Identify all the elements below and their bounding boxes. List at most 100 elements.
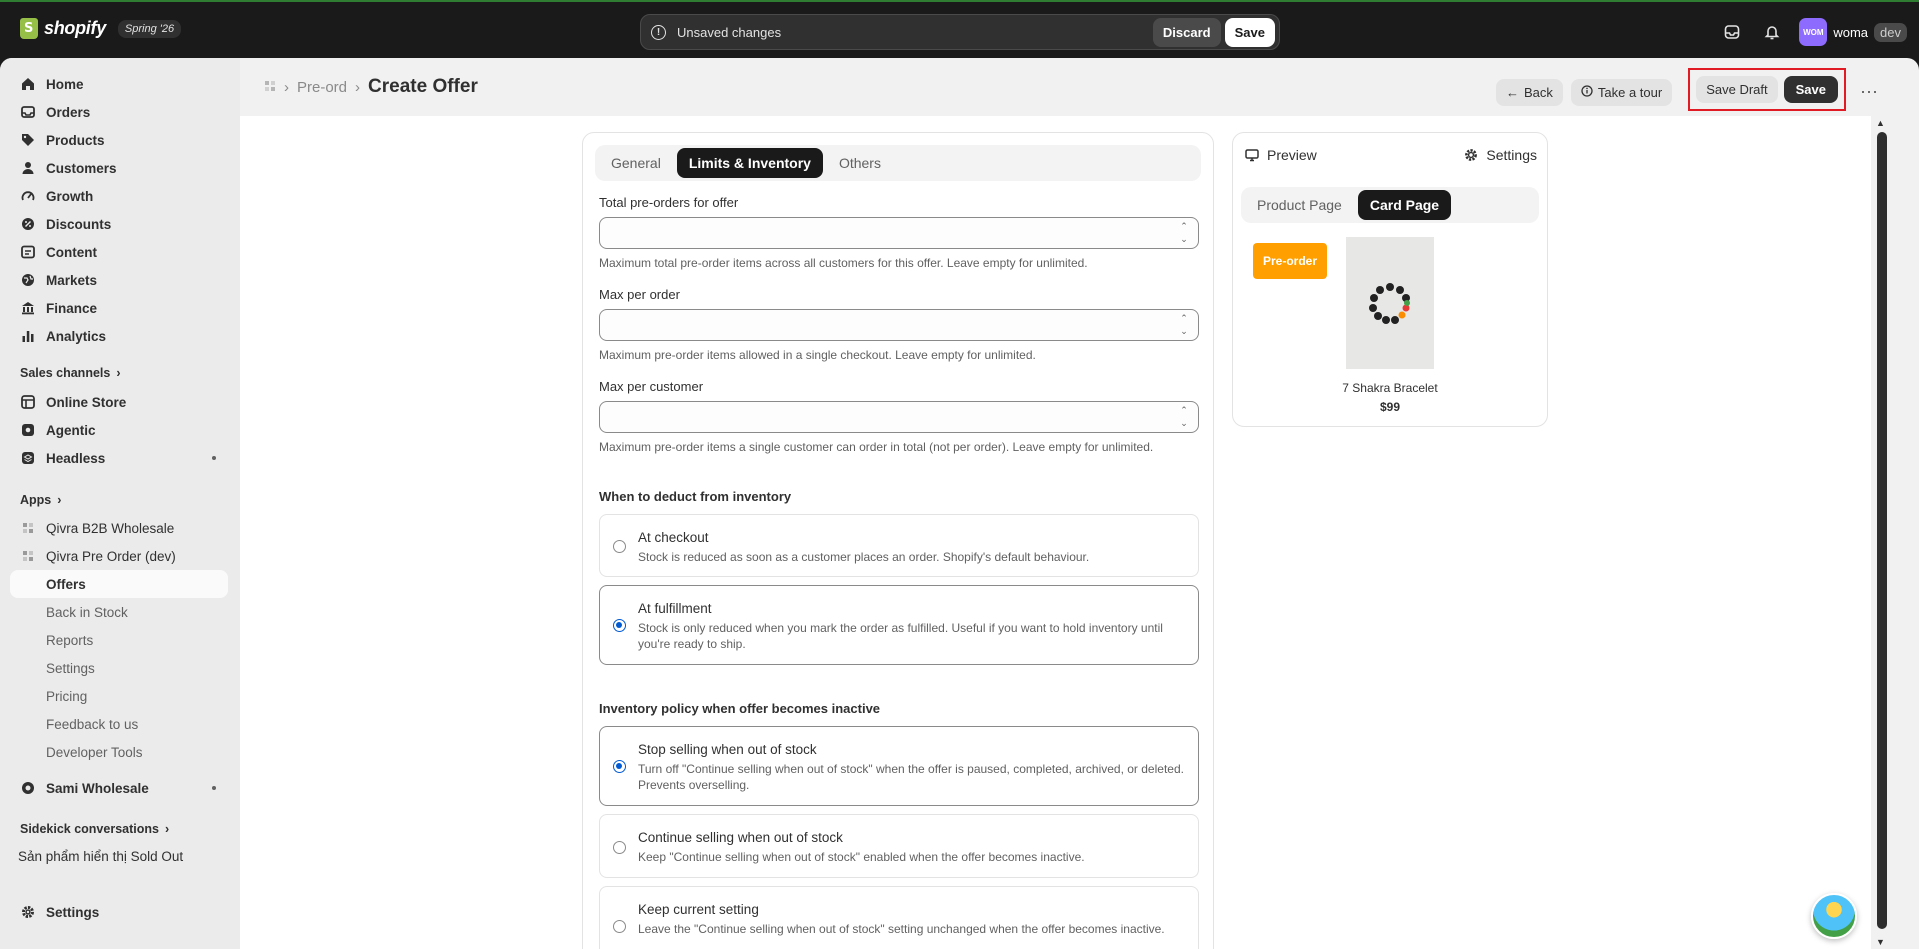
inbox-icon[interactable] (1719, 19, 1745, 45)
tag-icon (20, 132, 36, 148)
back-button[interactable]: ← Back (1495, 79, 1563, 106)
option-stop-selling[interactable]: Stop selling when out of stock Turn off … (599, 726, 1199, 806)
monitor-icon (1245, 149, 1259, 162)
chevron-down-icon[interactable]: ⌄ (1180, 326, 1188, 337)
option-keep-current[interactable]: Keep current setting Leave the "Continue… (599, 886, 1199, 949)
tab-general[interactable]: General (599, 148, 673, 178)
option-at-fulfillment[interactable]: At fulfillment Stock is only reduced whe… (599, 585, 1199, 665)
product-price: $99 (1379, 400, 1401, 414)
tab-limits-inventory[interactable]: Limits & Inventory (676, 148, 823, 178)
sidebar-item-sami-wholesale[interactable]: Sami Wholesale (10, 774, 228, 802)
sidebar-item-online-store[interactable]: Online Store (10, 388, 228, 416)
sidebar-subitem-developer-tools[interactable]: Developer Tools (10, 738, 228, 766)
sidebar-item-qivra-b2b[interactable]: Qivra B2B Wholesale (10, 514, 228, 542)
scrollbar[interactable]: ▲ ▼ (1871, 116, 1895, 949)
sidekick-header[interactable]: Sidekick conversations › (20, 822, 169, 836)
sidebar-subitem-settings[interactable]: Settings (10, 654, 228, 682)
take-tour-button[interactable]: Take a tour (1570, 79, 1673, 106)
scroll-down-arrow-icon[interactable]: ▼ (1876, 937, 1885, 947)
sidebar-item-label: Markets (46, 272, 98, 288)
chevron-down-icon[interactable]: ⌄ (1180, 418, 1188, 429)
chevron-up-icon[interactable]: ⌃ (1180, 313, 1188, 324)
sidebar-item-finance[interactable]: Finance (10, 294, 228, 322)
max-per-order-label: Max per order (599, 287, 680, 302)
assistant-launcher-icon[interactable] (1811, 893, 1857, 939)
breadcrumb-parent[interactable]: Pre-ord (297, 79, 347, 96)
option-desc: Keep "Continue selling when out of stock… (638, 850, 1085, 864)
number-stepper[interactable]: ⌃ ⌄ (1176, 405, 1192, 429)
tab-card-page[interactable]: Card Page (1357, 190, 1452, 220)
page-header: › Pre-ord › Create Offer ← Back Take a t… (240, 58, 1919, 116)
sidebar-item-label: Orders (46, 104, 91, 120)
user-name: woma (1833, 24, 1869, 40)
sidebar-item-orders[interactable]: Orders (10, 98, 228, 126)
sidebar-item-customers[interactable]: Customers (10, 154, 228, 182)
sidebar-subitem-back-in-stock[interactable]: Back in Stock (10, 598, 228, 626)
tab-others[interactable]: Others (827, 148, 893, 178)
sidebar-item-growth[interactable]: Growth (10, 182, 228, 210)
save-draft-button[interactable]: Save Draft (1696, 76, 1778, 103)
tab-product-page[interactable]: Product Page (1245, 190, 1354, 220)
bar-chart-icon (20, 328, 36, 344)
radio-at-checkout[interactable] (613, 540, 626, 553)
scroll-up-arrow-icon[interactable]: ▲ (1876, 118, 1885, 128)
option-at-checkout[interactable]: At checkout Stock is reduced as soon as … (599, 514, 1199, 577)
save-button[interactable]: Save (1783, 76, 1838, 103)
sidebar-item-products[interactable]: Products (10, 126, 228, 154)
chevron-up-icon[interactable]: ⌃ (1180, 405, 1188, 416)
sidebar-item-analytics[interactable]: Analytics (10, 322, 228, 350)
chevron-right-icon: › (355, 78, 361, 96)
user-menu[interactable]: WOM woma dev (1799, 18, 1907, 46)
more-actions-icon[interactable]: ⋯ (1860, 82, 1879, 103)
sidebar-item-settings[interactable]: Settings (10, 898, 228, 926)
sidebar-item-discounts[interactable]: Discounts (10, 210, 228, 238)
sidebar-item-agentic[interactable]: Agentic (10, 416, 228, 444)
max-per-customer-help: Maximum pre-order items a single custome… (599, 440, 1154, 454)
sidebar-item-label: Agentic (46, 422, 96, 438)
offer-form-card: General Limits & Inventory Others Total … (582, 132, 1214, 949)
option-title: At fulfillment (638, 601, 712, 616)
app-grid-icon[interactable] (264, 79, 276, 96)
home-icon (20, 76, 36, 92)
sidebar-subitem-pricing[interactable]: Pricing (10, 682, 228, 710)
shopify-logo[interactable]: shopify Spring '26 (20, 18, 182, 39)
number-stepper[interactable]: ⌃ ⌄ (1176, 313, 1192, 337)
chevron-down-icon[interactable]: ⌄ (1180, 234, 1188, 245)
top-save-button[interactable]: Save (1224, 17, 1275, 47)
sidebar-item-label: Online Store (46, 394, 127, 410)
preview-label: Preview (1267, 147, 1317, 163)
sidebar-item-label: Sami Wholesale (46, 780, 149, 796)
sidebar-subitem-offers[interactable]: Offers (10, 570, 228, 598)
app-icon (20, 780, 36, 796)
option-title: At checkout (638, 530, 709, 545)
sidekick-conversation-item[interactable]: Sản phẩm hiển thị Sold Out (8, 842, 226, 870)
scroll-thumb[interactable] (1877, 132, 1887, 929)
sidebar-item-qivra-preorder[interactable]: Qivra Pre Order (dev) (10, 542, 228, 570)
gauge-icon (20, 188, 36, 204)
total-preorders-input[interactable]: ⌃ ⌄ (599, 217, 1199, 249)
number-stepper[interactable]: ⌃ ⌄ (1176, 221, 1192, 245)
radio-stop-selling[interactable] (613, 760, 626, 773)
discard-button[interactable]: Discard (1152, 17, 1221, 47)
sidebar-subitem-feedback[interactable]: Feedback to us (10, 710, 228, 738)
radio-keep-current[interactable] (613, 920, 626, 933)
sidebar-item-content[interactable]: Content (10, 238, 228, 266)
sidebar-subitem-reports[interactable]: Reports (10, 626, 228, 654)
apps-header[interactable]: Apps › (20, 493, 61, 507)
option-desc: Stock is only reduced when you mark the … (638, 621, 1163, 651)
max-per-customer-input[interactable]: ⌃ ⌄ (599, 401, 1199, 433)
max-per-order-input[interactable]: ⌃ ⌄ (599, 309, 1199, 341)
sidebar-item-markets[interactable]: Markets (10, 266, 228, 294)
bell-icon[interactable] (1759, 19, 1785, 45)
radio-at-fulfillment[interactable] (613, 619, 626, 632)
sidebar-item-headless[interactable]: Headless (10, 444, 228, 472)
sidebar-item-home[interactable]: Home (10, 70, 228, 98)
option-continue-selling[interactable]: Continue selling when out of stock Keep … (599, 814, 1199, 878)
chevron-up-icon[interactable]: ⌃ (1180, 221, 1188, 232)
deduct-inventory-title: When to deduct from inventory (599, 489, 792, 504)
app-icon (20, 548, 36, 564)
env-badge: dev (1874, 22, 1907, 42)
preview-settings-button[interactable]: Settings (1464, 147, 1537, 163)
radio-continue-selling[interactable] (613, 841, 626, 854)
sales-channels-header[interactable]: Sales channels › (20, 366, 121, 380)
